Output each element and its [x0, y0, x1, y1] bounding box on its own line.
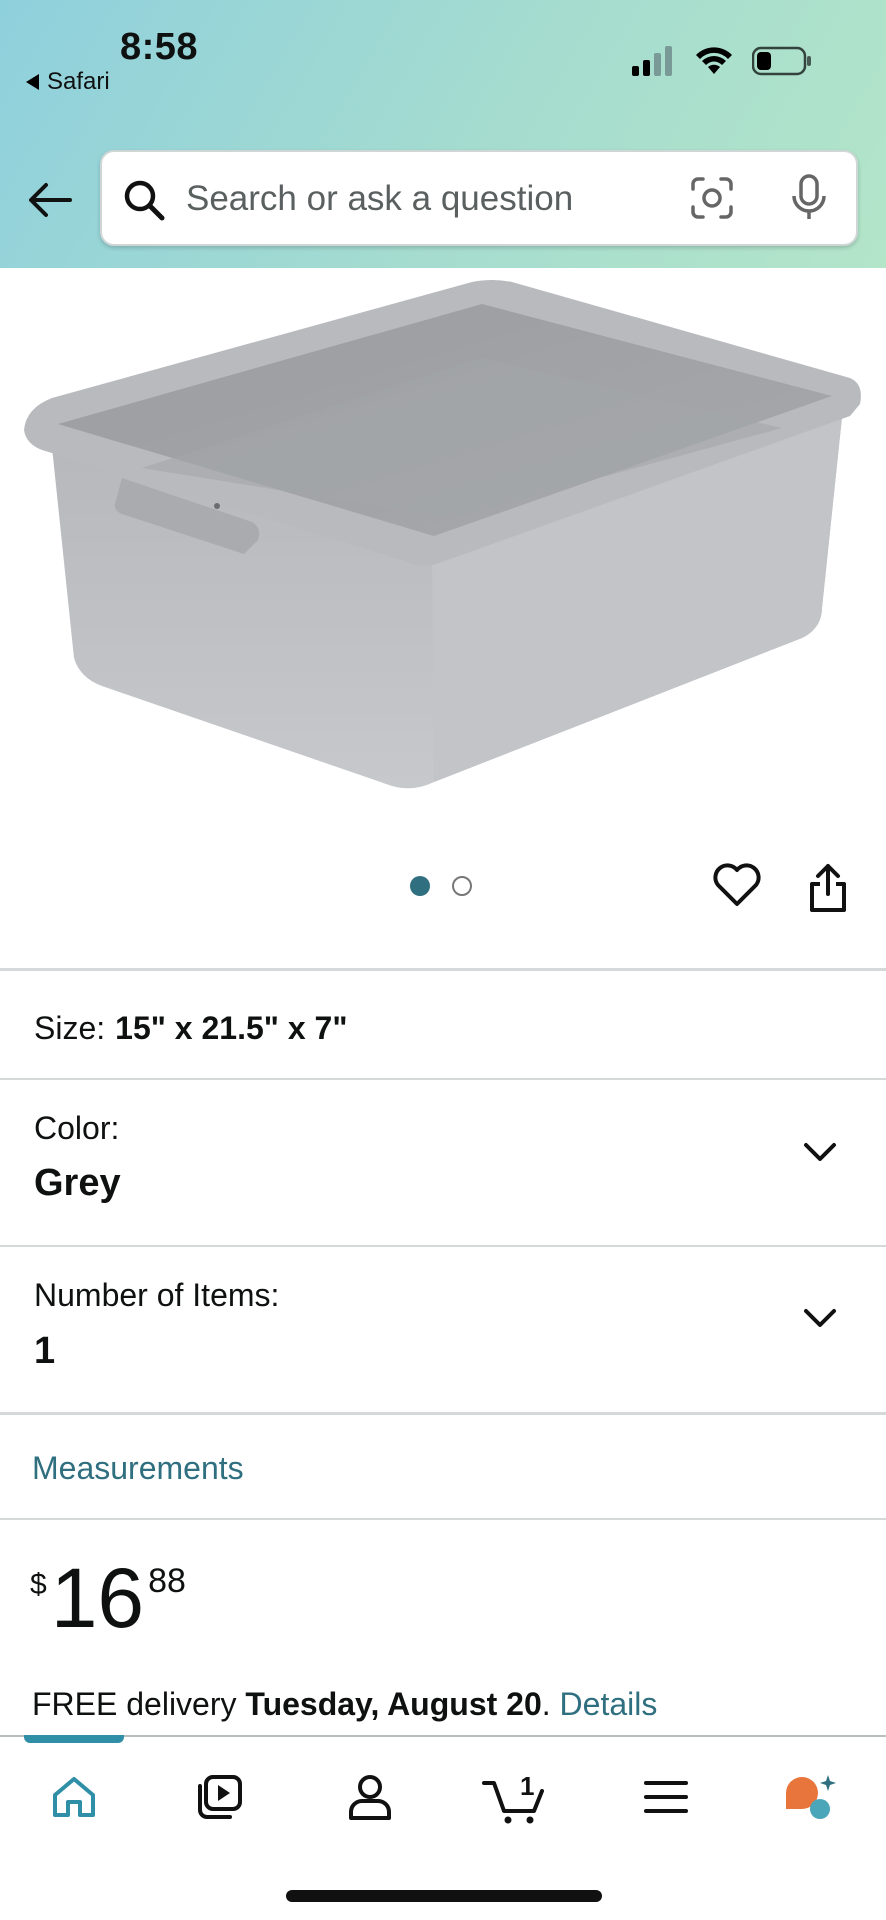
size-label: Size:: [34, 1010, 106, 1046]
back-app-label: Safari: [47, 68, 110, 95]
chevron-down-icon[interactable]: [802, 1140, 838, 1164]
nav-home[interactable]: [44, 1767, 104, 1827]
app-header: 8:58 Safari Search or ask a question: [0, 0, 886, 268]
search-bar[interactable]: Search or ask a question: [100, 150, 858, 246]
nav-account[interactable]: [340, 1767, 400, 1827]
chevron-down-icon[interactable]: [802, 1306, 838, 1330]
status-time: 8:58: [120, 26, 199, 68]
rufus-assistant-icon: [786, 1775, 836, 1819]
divider: [0, 1518, 886, 1520]
size-value: 15" x 21.5" x 7": [115, 1010, 348, 1046]
active-tab-indicator: [24, 1735, 124, 1743]
status-icons: [632, 46, 812, 76]
image-pagination: [410, 876, 472, 896]
cart-icon: 1: [482, 1771, 544, 1824]
home-indicator: [286, 1890, 602, 1902]
wifi-icon: [696, 47, 732, 74]
divider: [0, 968, 886, 971]
account-icon: [349, 1775, 391, 1820]
price-whole: 16: [50, 1551, 145, 1645]
product-image[interactable]: [22, 278, 864, 792]
price-fraction: 88: [148, 1562, 186, 1600]
camera-scan-icon[interactable]: [690, 176, 734, 220]
nav-menu[interactable]: [636, 1767, 696, 1827]
home-icon: [53, 1777, 95, 1817]
search-icon: [124, 180, 165, 221]
divider: [0, 1412, 886, 1415]
cart-count: 1: [520, 1771, 534, 1801]
pagination-dot[interactable]: [452, 876, 472, 896]
nav-assistant[interactable]: [780, 1767, 840, 1827]
microphone-icon[interactable]: [790, 174, 828, 222]
battery-icon: [752, 46, 811, 76]
share-icon[interactable]: [806, 862, 850, 914]
delivery-prefix: FREE delivery: [32, 1686, 237, 1722]
color-value: Grey: [34, 1162, 121, 1204]
color-label: Color:: [34, 1110, 120, 1146]
cellular-signal-icon: [632, 46, 672, 76]
delivery-suffix: .: [541, 1686, 551, 1722]
measurements-link[interactable]: Measurements: [32, 1450, 244, 1487]
heart-icon[interactable]: [712, 862, 762, 908]
back-to-safari[interactable]: Safari: [26, 68, 110, 96]
divider: [0, 1078, 886, 1080]
back-triangle-icon: [26, 74, 39, 90]
items-label: Number of Items:: [34, 1277, 280, 1313]
nav-cart[interactable]: 1: [480, 1767, 550, 1827]
size-row: Size: 15" x 21.5" x 7": [34, 1010, 347, 1047]
menu-icon: [644, 1781, 688, 1813]
delivery-info: FREE delivery Tuesday, August 20. Detail…: [32, 1686, 657, 1723]
delivery-date: Tuesday, August 20: [245, 1686, 542, 1722]
back-arrow-icon[interactable]: [26, 176, 74, 224]
search-input[interactable]: Search or ask a question: [186, 179, 573, 219]
delivery-details-link[interactable]: Details: [560, 1686, 658, 1722]
price: $ 16 88: [30, 1556, 186, 1640]
divider: [0, 1245, 886, 1247]
video-icon: [198, 1775, 242, 1819]
price-currency: $: [30, 1568, 47, 1601]
pagination-dot-active[interactable]: [410, 876, 430, 896]
items-value: 1: [34, 1330, 56, 1372]
nav-video[interactable]: [190, 1767, 250, 1827]
